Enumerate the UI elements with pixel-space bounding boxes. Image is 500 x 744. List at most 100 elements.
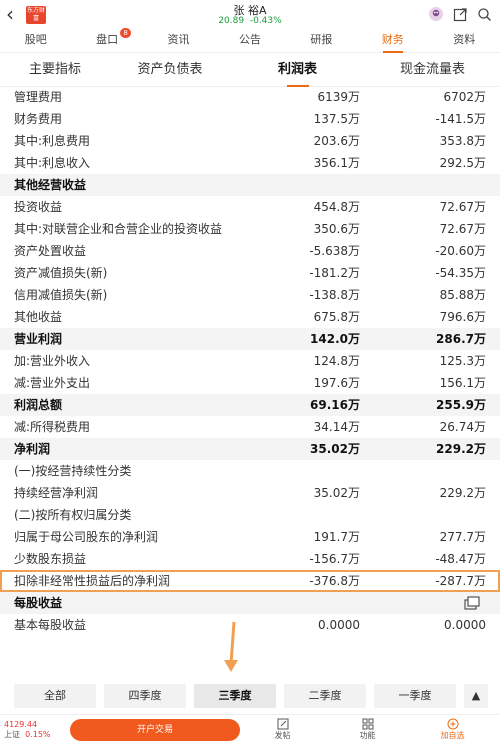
value-col-1: 356.1万 bbox=[313, 156, 360, 170]
nav-functions[interactable]: 功能 bbox=[325, 718, 410, 741]
row-label: 资产减值损失(新) bbox=[14, 266, 108, 280]
nav-post[interactable]: 发帖 bbox=[240, 718, 325, 741]
value-col-1: 124.8万 bbox=[313, 354, 360, 368]
statement-row: 其中:利息收入 356.1万 292.5万 bbox=[0, 152, 500, 174]
value-col-2: 26.74万 bbox=[439, 420, 486, 434]
value-col-1: 0.0000 bbox=[318, 618, 360, 632]
value-col-1: 137.5万 bbox=[313, 112, 360, 126]
external-link-icon[interactable] bbox=[452, 6, 468, 22]
edit-icon bbox=[277, 718, 288, 730]
row-label: 其中:对联营企业和合营企业的投资收益 bbox=[14, 222, 223, 236]
row-label: 持续经营净利润 bbox=[14, 486, 99, 500]
row-label: 财务费用 bbox=[14, 112, 63, 126]
search-icon[interactable] bbox=[476, 6, 492, 22]
row-label: 减:所得税费用 bbox=[14, 420, 91, 434]
avatar-icon[interactable] bbox=[428, 6, 444, 22]
stock-change: -0.43% bbox=[249, 16, 282, 26]
value-col-2: -48.47万 bbox=[435, 552, 486, 566]
statement-row: 资产减值损失(新) -181.2万 -54.35万 bbox=[0, 262, 500, 284]
top-bar: ‹ 东方财富 张 裕A 20.89 -0.43% bbox=[0, 0, 500, 30]
value-col-2: 255.9万 bbox=[436, 398, 486, 412]
row-label: 其他经营收益 bbox=[14, 178, 87, 192]
period-q4[interactable]: 四季度 bbox=[104, 684, 186, 708]
top-icons bbox=[428, 6, 492, 22]
section-header-row: 每股收益 bbox=[0, 592, 500, 614]
value-col-1: 197.6万 bbox=[313, 376, 360, 390]
statement-row: (二)按所有权归属分类 bbox=[0, 504, 500, 526]
tab-guba[interactable]: 股吧 bbox=[0, 30, 71, 52]
value-col-1: -181.2万 bbox=[309, 266, 360, 280]
value-col-1: 203.6万 bbox=[313, 134, 360, 148]
index-ticker[interactable]: 4129.44 上证 0.15% bbox=[0, 720, 64, 740]
tab-income-statement[interactable]: 利润表 bbox=[230, 56, 365, 87]
value-col-2: 72.67万 bbox=[439, 200, 486, 214]
income-statement-table[interactable]: 管理费用 6139万 6702万财务费用 137.5万 -141.5万其中:利息费用 20… bbox=[0, 86, 500, 676]
value-col-2: 6702万 bbox=[443, 90, 486, 104]
row-label: 资产处置收益 bbox=[14, 244, 87, 258]
statement-row: 信用减值损失(新) -138.8万 85.88万 bbox=[0, 284, 500, 306]
value-col-2: -141.5万 bbox=[435, 112, 486, 126]
period-q1[interactable]: 一季度 bbox=[374, 684, 456, 708]
section-header-row: 净利润 35.02万 229.2万 bbox=[0, 438, 500, 460]
row-label: 减:营业外支出 bbox=[14, 376, 91, 390]
statement-row: 资产处置收益 -5.638万 -20.60万 bbox=[0, 240, 500, 262]
value-col-2: 292.5万 bbox=[439, 156, 486, 170]
row-label: 其他收益 bbox=[14, 310, 63, 324]
value-col-1: 35.02万 bbox=[313, 486, 360, 500]
row-label: (一)按经营持续性分类 bbox=[14, 464, 132, 478]
row-label: 基本每股收益 bbox=[14, 618, 87, 632]
value-col-1: -376.8万 bbox=[309, 574, 360, 588]
open-account-button[interactable]: 开户交易 bbox=[70, 718, 240, 741]
row-label: 投资收益 bbox=[14, 200, 63, 214]
statement-row: 基本每股收益 0.0000 0.0000 bbox=[0, 614, 500, 636]
row-label: 扣除非经常性损益后的净利润 bbox=[14, 574, 171, 588]
plus-circle-icon bbox=[447, 718, 458, 730]
tab-research[interactable]: 研报 bbox=[286, 30, 357, 52]
row-label: 归属于母公司股东的净利润 bbox=[14, 530, 159, 544]
nav-add-watchlist[interactable]: 加自选 bbox=[410, 718, 495, 741]
tab-news[interactable]: 资讯 bbox=[143, 30, 214, 52]
period-all[interactable]: 全部 bbox=[14, 684, 96, 708]
row-label: 营业利润 bbox=[14, 332, 63, 346]
tab-key-indicators[interactable]: 主要指标 bbox=[0, 56, 110, 86]
value-col-1: 69.16万 bbox=[310, 398, 360, 412]
top-tabs: 股吧 盘口 8 资讯 公告 研报 财务 资料 bbox=[0, 28, 500, 53]
scroll-top-icon[interactable]: ▲ bbox=[464, 684, 488, 708]
period-selector: 全部 四季度 三季度 二季度 一季度 ▲ bbox=[0, 678, 500, 714]
value-col-2: 125.3万 bbox=[439, 354, 486, 368]
tab-finance[interactable]: 财务 bbox=[357, 30, 428, 53]
value-col-1: 454.8万 bbox=[313, 200, 360, 214]
row-label: 其中:利息收入 bbox=[14, 156, 91, 170]
tab-announcements[interactable]: 公告 bbox=[214, 30, 285, 52]
statement-row: 投资收益 454.8万 72.67万 bbox=[0, 196, 500, 218]
value-col-2: 277.7万 bbox=[439, 530, 486, 544]
statement-row: (一)按经营持续性分类 bbox=[0, 460, 500, 482]
value-col-1: -5.638万 bbox=[309, 244, 360, 258]
period-q2[interactable]: 二季度 bbox=[284, 684, 366, 708]
statement-row: 减:营业外支出 197.6万 156.1万 bbox=[0, 372, 500, 394]
stock-quote: 20.89 -0.43% bbox=[0, 16, 500, 26]
highlighted-row: 扣除非经常性损益后的净利润 -376.8万 -287.7万 bbox=[0, 570, 500, 592]
value-col-2: -54.35万 bbox=[435, 266, 486, 280]
value-col-1: -156.7万 bbox=[309, 552, 360, 566]
tab-cash-flow[interactable]: 现金流量表 bbox=[365, 56, 500, 86]
section-header-row: 利润总额 69.16万 255.9万 bbox=[0, 394, 500, 416]
tab-balance-sheet[interactable]: 资产负债表 bbox=[110, 56, 230, 86]
statement-row: 其中:对联营企业和合营企业的投资收益 350.6万 72.67万 bbox=[0, 218, 500, 240]
tab-profile[interactable]: 资料 bbox=[429, 30, 500, 52]
period-q3[interactable]: 三季度 bbox=[194, 684, 276, 708]
row-label: 加:营业外收入 bbox=[14, 354, 91, 368]
value-col-2: 353.8万 bbox=[439, 134, 486, 148]
statement-row: 加:营业外收入 124.8万 125.3万 bbox=[0, 350, 500, 372]
row-label: 其中:利息费用 bbox=[14, 134, 91, 148]
index-change: 0.15% bbox=[25, 729, 51, 739]
value-col-2: 229.2万 bbox=[439, 486, 486, 500]
grid-icon bbox=[362, 718, 373, 730]
statement-row: 管理费用 6139万 6702万 bbox=[0, 86, 500, 108]
bottom-bar: 4129.44 上证 0.15% 开户交易 发帖 功能 加自选 bbox=[0, 714, 500, 744]
value-col-2: 156.1万 bbox=[439, 376, 486, 390]
tab-pankou[interactable]: 盘口 8 bbox=[71, 28, 142, 52]
value-col-1: 350.6万 bbox=[313, 222, 360, 236]
section-header-row: 其他经营收益 bbox=[0, 174, 500, 196]
notification-badge: 8 bbox=[120, 28, 131, 38]
